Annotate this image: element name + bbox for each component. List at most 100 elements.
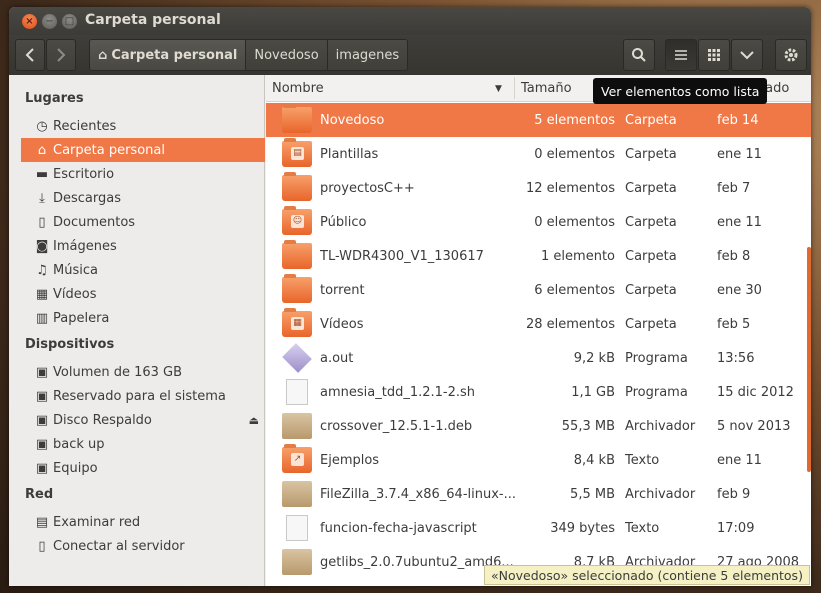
- server-icon: ▯: [38, 538, 46, 554]
- clock-icon: ◷: [36, 118, 48, 134]
- drive-icon: ▣: [35, 460, 49, 476]
- file-name: Vídeos: [320, 316, 364, 332]
- chevron-right-icon: [57, 48, 66, 62]
- network-icon: ▤: [35, 514, 49, 530]
- folder-badge-icon: ↗: [291, 453, 304, 466]
- minimize-window-button[interactable]: −: [42, 14, 57, 29]
- file-size: 0 elementos: [534, 214, 615, 230]
- table-row[interactable]: ☺ Público 0 elementos Carpeta ene 11: [266, 205, 811, 239]
- file-name: crossover_12.5.1-1.deb: [320, 418, 473, 434]
- breadcrumb-label: Novedoso: [254, 47, 319, 63]
- sidebar-item-label: Equipo: [53, 460, 98, 476]
- text-file-icon: [286, 515, 308, 541]
- sidebar-item-place[interactable]: ⌂ Carpeta personal: [21, 138, 265, 162]
- search-button[interactable]: [623, 39, 655, 71]
- breadcrumb-novedoso[interactable]: Novedoso: [246, 40, 328, 70]
- view-options-button[interactable]: [731, 39, 763, 71]
- column-size[interactable]: Tamaño: [521, 81, 572, 96]
- file-name: Público: [320, 214, 367, 230]
- file-size: 12 elementos: [525, 180, 615, 196]
- list-view-button[interactable]: [665, 39, 697, 71]
- sidebar-item-label: Papelera: [53, 310, 110, 326]
- close-window-button[interactable]: ×: [22, 14, 37, 29]
- status-bar: «Novedoso» seleccionado (contiene 5 elem…: [484, 565, 810, 585]
- videos-folder-icon: ▦: [282, 308, 312, 337]
- eject-icon[interactable]: ⏏: [249, 414, 259, 427]
- package-icon: [282, 413, 312, 439]
- table-row[interactable]: ▤ Plantillas 0 elementos Carpeta ene 11: [266, 137, 811, 171]
- sidebar-item-place[interactable]: ◙ Imágenes: [21, 234, 265, 258]
- sidebar-item-network[interactable]: ▤ Examinar red: [21, 510, 265, 534]
- file-date: 17:09: [717, 520, 755, 536]
- table-row[interactable]: funcion-fecha-javascript 349 bytes Texto 17…: [266, 511, 811, 545]
- drive-icon: ▣: [35, 388, 49, 404]
- chevron-left-icon: [25, 48, 34, 62]
- table-row[interactable]: crossover_12.5.1-1.deb 55,3 MB Archivador 5…: [266, 409, 811, 443]
- breadcrumb: ⌂ Carpeta personal Novedoso imagenes: [89, 39, 409, 71]
- sidebar-item-label: Vídeos: [53, 286, 97, 302]
- column-divider[interactable]: [514, 77, 515, 99]
- file-date: ene 30: [717, 282, 762, 298]
- sidebar-item-label: Documentos: [53, 214, 136, 230]
- drive-icon: ▣: [35, 364, 49, 380]
- maximize-window-button[interactable]: □: [62, 14, 77, 29]
- sidebar-item-device[interactable]: ▣ Equipo: [21, 456, 265, 480]
- section-title-places: Lugares: [25, 91, 84, 106]
- forward-button[interactable]: [46, 39, 76, 71]
- breadcrumb-home[interactable]: ⌂ Carpeta personal: [90, 40, 247, 70]
- table-row[interactable]: TL-WDR4300_V1_130617 1 elemento Carpeta feb…: [266, 239, 811, 273]
- sidebar-item-place[interactable]: ▥ Papelera: [21, 306, 265, 330]
- table-row[interactable]: ▦ Vídeos 28 elementos Carpeta feb 5: [266, 307, 811, 341]
- table-row[interactable]: a.out 9,2 kB Programa 13:56: [266, 341, 811, 375]
- column-name[interactable]: Nombre: [272, 81, 324, 96]
- toolbar: ⌂ Carpeta personal Novedoso imagenes: [9, 35, 811, 75]
- sidebar-item-device[interactable]: ▣ back up: [21, 432, 265, 456]
- sidebar-item-device[interactable]: ▣ Volumen de 163 GB: [21, 360, 265, 384]
- home-icon: ⌂: [37, 142, 47, 158]
- sidebar-item-place[interactable]: ♫ Música: [21, 258, 265, 282]
- sidebar-item-device[interactable]: ▣ Disco Respaldo ⏏: [21, 408, 265, 432]
- drive-icon: ▣: [35, 436, 49, 452]
- settings-button[interactable]: [775, 39, 807, 71]
- home-icon: ⌂: [98, 47, 108, 63]
- file-type: Archivador: [625, 418, 696, 434]
- table-row[interactable]: FileZilla_3.7.4_x86_64-linux-... 5,5 MB Ar…: [266, 477, 811, 511]
- file-name: funcion-fecha-javascript: [320, 520, 477, 536]
- sidebar-item-place[interactable]: ▯ Documentos: [21, 210, 265, 234]
- file-date: 5 nov 2013: [717, 418, 791, 434]
- sidebar-item-label: Recientes: [53, 118, 117, 134]
- package-icon: [282, 481, 312, 507]
- package-icon: [282, 549, 312, 575]
- grid-icon: [708, 49, 720, 61]
- sidebar-item-place[interactable]: ⤓ Descargas: [21, 186, 265, 210]
- sidebar-item-place[interactable]: ▬ Escritorio: [21, 162, 265, 186]
- drive-icon: ▣: [35, 412, 49, 428]
- sidebar-item-device[interactable]: ▣ Reservado para el sistema: [21, 384, 265, 408]
- table-row[interactable]: torrent 6 elementos Carpeta ene 30: [266, 273, 811, 307]
- sidebar-item-label: Examinar red: [53, 514, 141, 530]
- sidebar-item-place[interactable]: ◷ Recientes: [21, 114, 265, 138]
- sidebar-item-label: Descargas: [53, 190, 122, 206]
- file-type: Carpeta: [625, 248, 677, 264]
- sidebar-item-label: Volumen de 163 GB: [53, 364, 183, 380]
- camera-icon: ◙: [35, 238, 49, 254]
- file-size: 5 elementos: [534, 112, 615, 128]
- breadcrumb-imagenes[interactable]: imagenes: [327, 40, 408, 70]
- back-button[interactable]: [15, 39, 45, 71]
- table-row[interactable]: amnesia_tdd_1.2.1-2.sh 1,1 GB Programa 15 d…: [266, 375, 811, 409]
- breadcrumb-label: Carpeta personal: [111, 47, 238, 63]
- sidebar-item-label: Disco Respaldo: [53, 412, 152, 428]
- sidebar-item-label: Imágenes: [53, 238, 117, 254]
- table-row[interactable]: Novedoso 5 elementos Carpeta feb 14: [266, 103, 811, 137]
- file-type: Carpeta: [625, 180, 677, 196]
- file-size: 9,2 kB: [573, 350, 615, 366]
- table-row[interactable]: ↗ Ejemplos 8,4 kB Texto ene 11: [266, 443, 811, 477]
- sidebar-item-network[interactable]: ▯ Conectar al servidor: [21, 534, 265, 558]
- music-icon: ♫: [36, 262, 48, 278]
- folder-icon: [282, 172, 312, 201]
- file-size: 1 elemento: [541, 248, 615, 264]
- sidebar-item-place[interactable]: ▦ Vídeos: [21, 282, 265, 306]
- table-row[interactable]: proyectosC++ 12 elementos Carpeta feb 7: [266, 171, 811, 205]
- grid-view-button[interactable]: [698, 39, 730, 71]
- sidebar-item-label: Conectar al servidor: [53, 538, 185, 554]
